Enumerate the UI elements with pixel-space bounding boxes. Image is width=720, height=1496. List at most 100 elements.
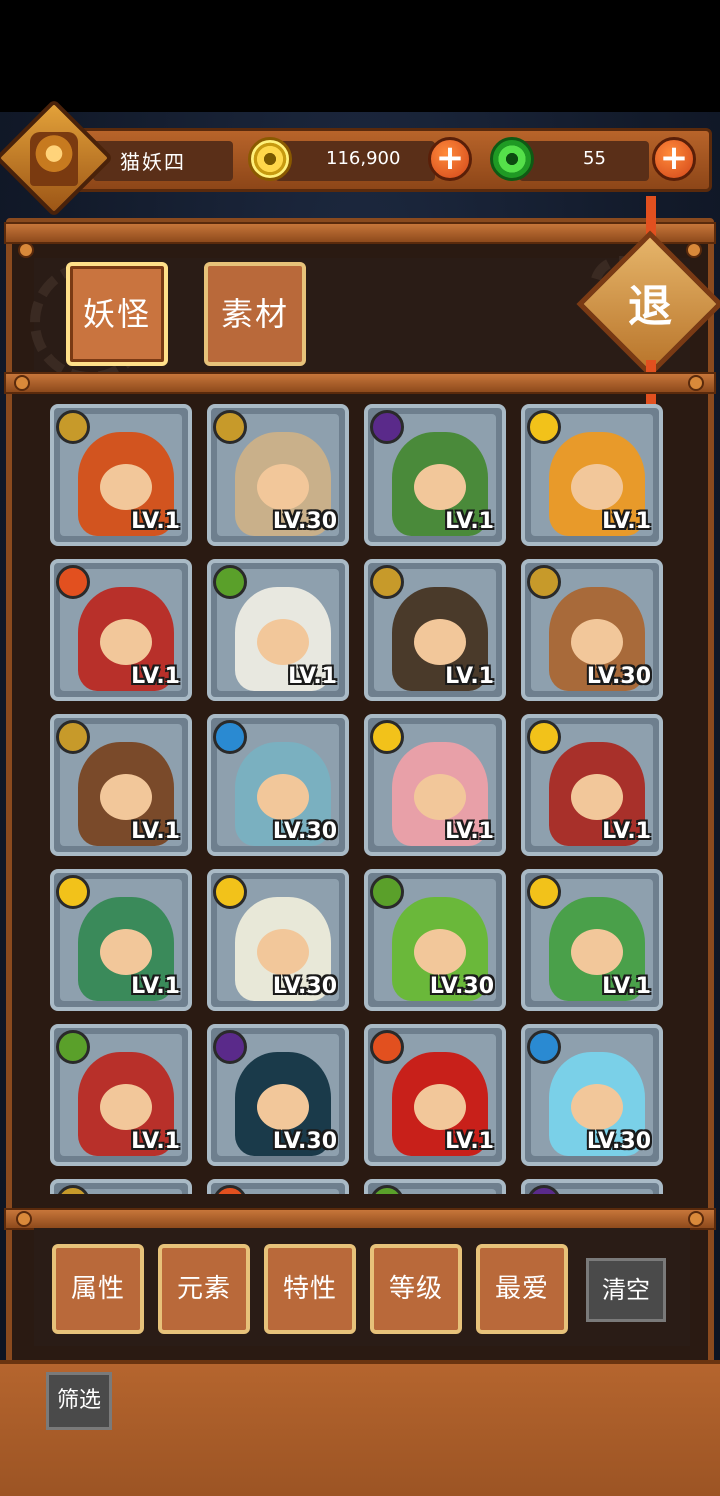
monster-face [414, 929, 466, 975]
earth-element-icon [56, 1185, 90, 1194]
monster-card[interactable] [50, 1179, 192, 1194]
beam-peg [688, 1211, 704, 1227]
wood-element-icon [56, 1030, 90, 1064]
beam-peg [686, 242, 702, 258]
monster-level: LV.30 [272, 1129, 337, 1154]
earth-element-icon [370, 565, 404, 599]
monster-level: LV.30 [586, 664, 651, 689]
earth-element-icon [56, 410, 90, 444]
monster-face [571, 619, 623, 665]
monster-card[interactable]: LV.30 [207, 714, 349, 856]
monster-card[interactable] [364, 1179, 506, 1194]
monster-level: LV.1 [131, 664, 180, 689]
light-element-icon [213, 875, 247, 909]
monster-card[interactable]: LV.30 [207, 1024, 349, 1166]
earth-element-icon [56, 720, 90, 754]
monster-card[interactable]: LV.1 [50, 714, 192, 856]
monster-card[interactable]: LV.1 [521, 404, 663, 546]
monster-face [571, 929, 623, 975]
beam-peg [14, 375, 30, 391]
monster-card[interactable]: LV.1 [364, 559, 506, 701]
monster-face [100, 1084, 152, 1130]
monster-level: LV.30 [272, 819, 337, 844]
monster-card[interactable]: LV.1 [50, 1024, 192, 1166]
monster-level: LV.1 [445, 509, 494, 534]
monster-face [257, 619, 309, 665]
cabinet-top-beam [4, 222, 716, 244]
grid-top-beam [4, 372, 716, 394]
monster-level: LV.30 [429, 974, 494, 999]
water-element-icon [213, 720, 247, 754]
monster-face [571, 1084, 623, 1130]
earth-element-icon [213, 410, 247, 444]
monster-level: LV.1 [288, 664, 337, 689]
gold-coin-icon [248, 137, 292, 181]
monster-card[interactable]: LV.30 [521, 559, 663, 701]
monster-card[interactable]: LV.30 [521, 1024, 663, 1166]
monster-card[interactable] [521, 1179, 663, 1194]
monster-card[interactable]: LV.1 [364, 714, 506, 856]
monster-face [257, 774, 309, 820]
light-element-icon [56, 875, 90, 909]
beam-peg [688, 375, 704, 391]
monster-level: LV.30 [272, 974, 337, 999]
monster-level: LV.1 [445, 664, 494, 689]
monster-level: LV.30 [586, 1129, 651, 1154]
monster-card[interactable] [207, 1179, 349, 1194]
water-element-icon [527, 1030, 561, 1064]
fire-element-icon [370, 1030, 404, 1064]
monster-level: LV.1 [131, 1129, 180, 1154]
monster-level: LV.1 [602, 974, 651, 999]
monster-card[interactable]: LV.30 [207, 869, 349, 1011]
filter-trait-button[interactable]: 特性 [264, 1244, 356, 1334]
add-jade-button[interactable]: + [652, 137, 696, 181]
monster-level: LV.1 [445, 819, 494, 844]
monster-card[interactable]: LV.1 [50, 404, 192, 546]
monster-card[interactable]: LV.1 [364, 404, 506, 546]
light-element-icon [527, 720, 561, 754]
filter-level-button[interactable]: 等级 [370, 1244, 462, 1334]
monster-face [100, 464, 152, 510]
monster-face [571, 774, 623, 820]
monster-level: LV.1 [131, 509, 180, 534]
monster-level: LV.1 [602, 509, 651, 534]
earth-element-icon [527, 565, 561, 599]
exit-label[interactable]: 退 [598, 270, 702, 334]
monster-grid[interactable]: LV.1 LV.30 LV.1 LV.1 LV.1 LV.1 LV.1 LV.30 LV.1 LV… [50, 404, 670, 1194]
player-name: 猫妖四 [120, 150, 186, 174]
monster-card[interactable]: LV.1 [50, 559, 192, 701]
monster-face [414, 464, 466, 510]
monster-level: LV.1 [131, 974, 180, 999]
beam-peg [16, 1211, 32, 1227]
monster-face [100, 929, 152, 975]
monster-card[interactable]: LV.1 [207, 559, 349, 701]
monster-face [257, 464, 309, 510]
dark-element-icon [213, 1030, 247, 1064]
tab-monsters[interactable]: 妖怪 [66, 262, 168, 366]
wood-element-icon [370, 1185, 404, 1194]
monster-face [571, 464, 623, 510]
monster-card[interactable]: LV.30 [364, 869, 506, 1011]
monster-level: LV.1 [131, 819, 180, 844]
jade-coin-icon [490, 137, 534, 181]
filter-favorite-button[interactable]: 最爱 [476, 1244, 568, 1334]
monster-card[interactable]: LV.1 [364, 1024, 506, 1166]
monster-card[interactable]: LV.1 [50, 869, 192, 1011]
monster-face [414, 619, 466, 665]
monster-card[interactable]: LV.1 [521, 869, 663, 1011]
filter-attribute-button[interactable]: 属性 [52, 1244, 144, 1334]
tab-materials[interactable]: 素材 [204, 262, 306, 366]
add-gold-button[interactable]: + [428, 137, 472, 181]
light-element-icon [370, 720, 404, 754]
clear-filter-button[interactable]: 清空 [586, 1258, 666, 1322]
player-avatar-icon[interactable] [30, 132, 78, 186]
light-element-icon [527, 410, 561, 444]
screen-button[interactable]: 筛选 [46, 1372, 112, 1430]
wood-element-icon [370, 875, 404, 909]
beam-peg [18, 242, 34, 258]
filter-element-button[interactable]: 元素 [158, 1244, 250, 1334]
monster-face [414, 774, 466, 820]
monster-card[interactable]: LV.30 [207, 404, 349, 546]
monster-face [100, 619, 152, 665]
monster-card[interactable]: LV.1 [521, 714, 663, 856]
